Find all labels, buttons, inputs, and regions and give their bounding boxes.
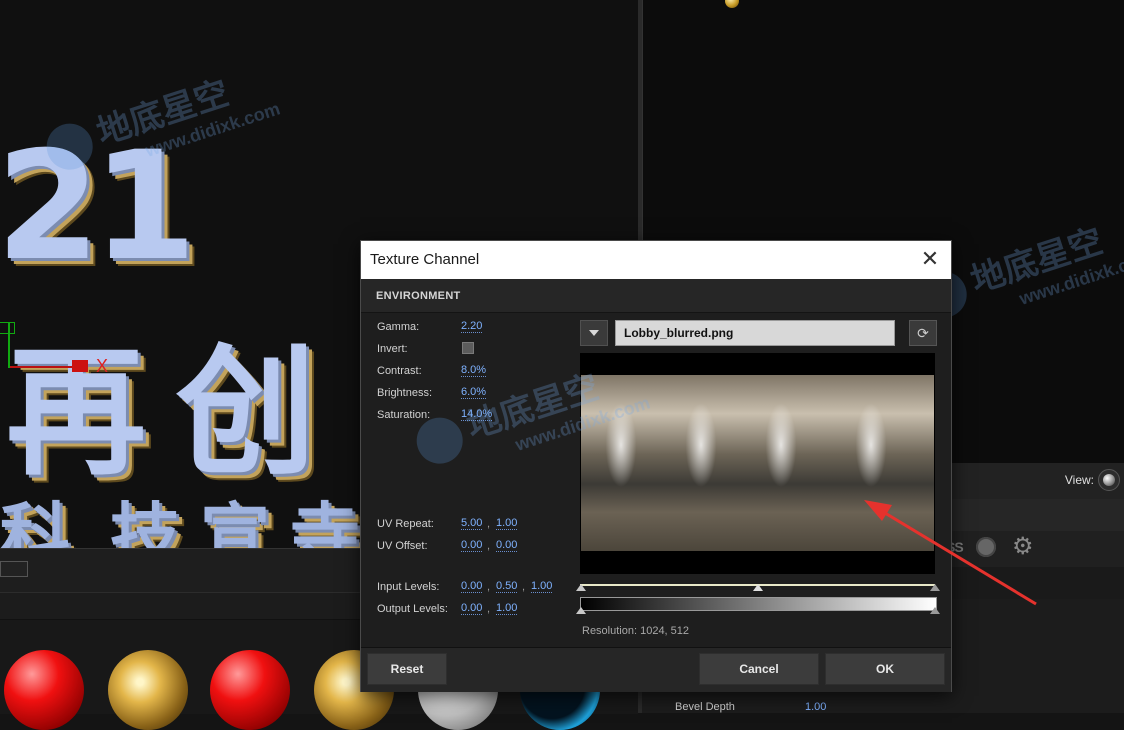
gamma-value[interactable]: 2.20 bbox=[461, 320, 483, 333]
saturation-label: Saturation: bbox=[377, 409, 431, 421]
input-levels-low[interactable]: 0.00 bbox=[461, 580, 483, 593]
bevel-depth-value[interactable]: 1.00 bbox=[805, 701, 826, 713]
uv-repeat-v[interactable]: 1.00 bbox=[496, 517, 518, 530]
gizmo-x-axis[interactable] bbox=[10, 366, 80, 368]
ok-button[interactable]: OK bbox=[825, 653, 945, 685]
material-ball-red[interactable] bbox=[210, 650, 290, 730]
viewport-text-si: 寺 bbox=[290, 495, 360, 548]
viewport-text-zai: 再 bbox=[6, 332, 147, 495]
output-levels-label: Output Levels: bbox=[377, 603, 448, 615]
contrast-label: Contrast: bbox=[377, 365, 422, 377]
dialog-footer: Reset Cancel OK bbox=[361, 647, 951, 692]
gizmo-x-label: X bbox=[96, 356, 109, 376]
viewport-text-ke: 科 bbox=[0, 495, 70, 548]
view-label: View: bbox=[1064, 473, 1094, 487]
input-levels-mid[interactable]: 0.50 bbox=[496, 580, 518, 593]
cancel-button[interactable]: Cancel bbox=[699, 653, 819, 685]
material-ball-red[interactable] bbox=[4, 650, 84, 730]
dialog-titlebar[interactable]: Texture Channel ✕ bbox=[361, 241, 951, 279]
uv-repeat-label: UV Repeat: bbox=[377, 518, 434, 530]
input-levels-high[interactable]: 1.00 bbox=[531, 580, 553, 593]
globe-icon[interactable] bbox=[976, 537, 996, 557]
value-separator: , bbox=[487, 518, 491, 530]
gamma-label: Gamma: bbox=[377, 321, 420, 333]
reset-button[interactable]: Reset bbox=[367, 653, 447, 685]
section-title: ENVIRONMENT bbox=[376, 290, 461, 302]
value-separator: , bbox=[487, 603, 491, 615]
texture-file-name: Lobby_blurred.png bbox=[624, 326, 734, 340]
invert-checkbox[interactable] bbox=[462, 342, 474, 354]
material-thumb-icon bbox=[725, 0, 739, 8]
close-icon[interactable]: ✕ bbox=[917, 247, 943, 273]
section-header: ENVIRONMENT bbox=[361, 279, 951, 313]
view-mode-icon[interactable] bbox=[1098, 469, 1120, 491]
texture-file-field[interactable]: Lobby_blurred.png bbox=[615, 320, 895, 346]
material-ball-gold[interactable] bbox=[108, 650, 188, 730]
refresh-icon: ⟳ bbox=[917, 325, 929, 341]
output-levels-low[interactable]: 0.00 bbox=[461, 602, 483, 615]
input-levels-high-handle[interactable] bbox=[930, 584, 940, 591]
brightness-label: Brightness: bbox=[377, 387, 433, 399]
input-levels-low-handle[interactable] bbox=[576, 584, 586, 591]
invert-label: Invert: bbox=[377, 343, 408, 355]
uv-repeat-u[interactable]: 5.00 bbox=[461, 517, 483, 530]
viewport-text-ji: 技 bbox=[110, 495, 180, 548]
input-levels-mid-handle[interactable] bbox=[753, 584, 763, 591]
timeline-slot[interactable] bbox=[0, 561, 28, 577]
reload-texture-button[interactable]: ⟳ bbox=[909, 320, 937, 346]
output-levels-gradient[interactable] bbox=[580, 597, 937, 611]
value-separator: , bbox=[522, 581, 526, 593]
contrast-value[interactable]: 8.0% bbox=[461, 364, 487, 377]
output-levels-high-handle[interactable] bbox=[930, 607, 940, 614]
file-dropdown-button[interactable] bbox=[580, 320, 608, 346]
uv-offset-u[interactable]: 0.00 bbox=[461, 539, 483, 552]
value-separator: , bbox=[487, 581, 491, 593]
output-levels-low-handle[interactable] bbox=[576, 607, 586, 614]
input-levels-label: Input Levels: bbox=[377, 581, 440, 593]
texture-channel-dialog: Texture Channel ✕ ENVIRONMENT Gamma: 2.2… bbox=[360, 240, 952, 692]
value-separator: , bbox=[487, 540, 491, 552]
gizmo-plane-handle[interactable] bbox=[0, 322, 15, 334]
texture-resolution: Resolution: 1024, 512 bbox=[582, 625, 690, 637]
uv-offset-v[interactable]: 0.00 bbox=[496, 539, 518, 552]
uv-offset-label: UV Offset: bbox=[377, 540, 428, 552]
output-levels-high[interactable]: 1.00 bbox=[496, 602, 518, 615]
gizmo-x-handle[interactable] bbox=[72, 360, 88, 372]
bevel-depth-label: Bevel Depth bbox=[675, 701, 735, 713]
viewport-text-xuan: 宣 bbox=[200, 495, 270, 548]
viewport-text-chuang: 创 bbox=[176, 332, 317, 495]
dialog-title: Texture Channel bbox=[370, 251, 480, 268]
gear-icon[interactable]: ⚙ bbox=[1012, 535, 1034, 559]
